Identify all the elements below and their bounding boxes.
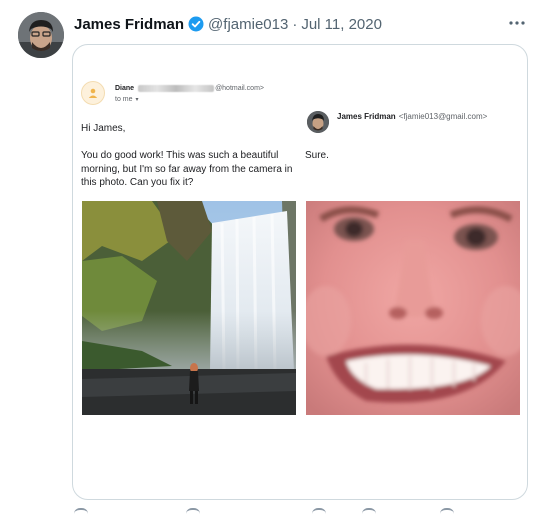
reply-sender-name: James Fridman — [337, 112, 396, 121]
author-avatar[interactable] — [18, 12, 64, 58]
zoomed-face-photo[interactable] — [306, 201, 520, 415]
reply-sender-avatar — [307, 111, 329, 133]
ellipsis-icon — [509, 21, 525, 25]
chevron-down-icon: ▾ — [135, 97, 139, 103]
retweet-icon[interactable] — [186, 508, 200, 516]
reply-icon[interactable] — [74, 508, 88, 516]
reply-sender-address: <fjamie013@gmail.com> — [398, 112, 488, 121]
tweet-date[interactable]: Jul 11, 2020 — [301, 16, 382, 33]
reply-body: Sure. — [305, 150, 329, 161]
waterfall-photo[interactable] — [82, 201, 296, 415]
tweet-action-bar — [72, 508, 528, 516]
recipient-label: to me — [115, 96, 133, 103]
tweet-header: James Fridman @fjamie013 · Jul 11, 2020 — [74, 13, 382, 35]
email-greeting: Hi James, — [81, 123, 126, 134]
sender-first-name: Diane — [115, 85, 135, 92]
header-separator: · — [292, 15, 298, 33]
redacted-sender-info — [138, 85, 215, 92]
author-handle[interactable]: @fjamie013 — [208, 16, 288, 33]
tweet-media-card[interactable]: Diane @hotmail.com> to me ▾ Hi James, Yo… — [72, 44, 528, 500]
more-options-button[interactable] — [505, 11, 529, 35]
verified-badge-icon — [188, 16, 204, 32]
email-sender: Diane @hotmail.com> — [115, 85, 264, 92]
sender-domain: @hotmail.com> — [215, 85, 264, 92]
author-name[interactable]: James Fridman — [74, 16, 184, 33]
share-icon[interactable] — [440, 508, 454, 516]
email-body: You do good work! This was such a beauti… — [81, 150, 293, 188]
reply-sender: James Fridman <fjamie013@gmail.com> — [337, 112, 487, 121]
email-recipient: to me ▾ — [115, 96, 139, 103]
like-icon[interactable] — [312, 508, 326, 516]
sender-avatar-icon — [81, 81, 105, 105]
tweet[interactable]: James Fridman @fjamie013 · Jul 11, 2020 … — [0, 0, 543, 516]
views-icon[interactable] — [362, 508, 376, 516]
